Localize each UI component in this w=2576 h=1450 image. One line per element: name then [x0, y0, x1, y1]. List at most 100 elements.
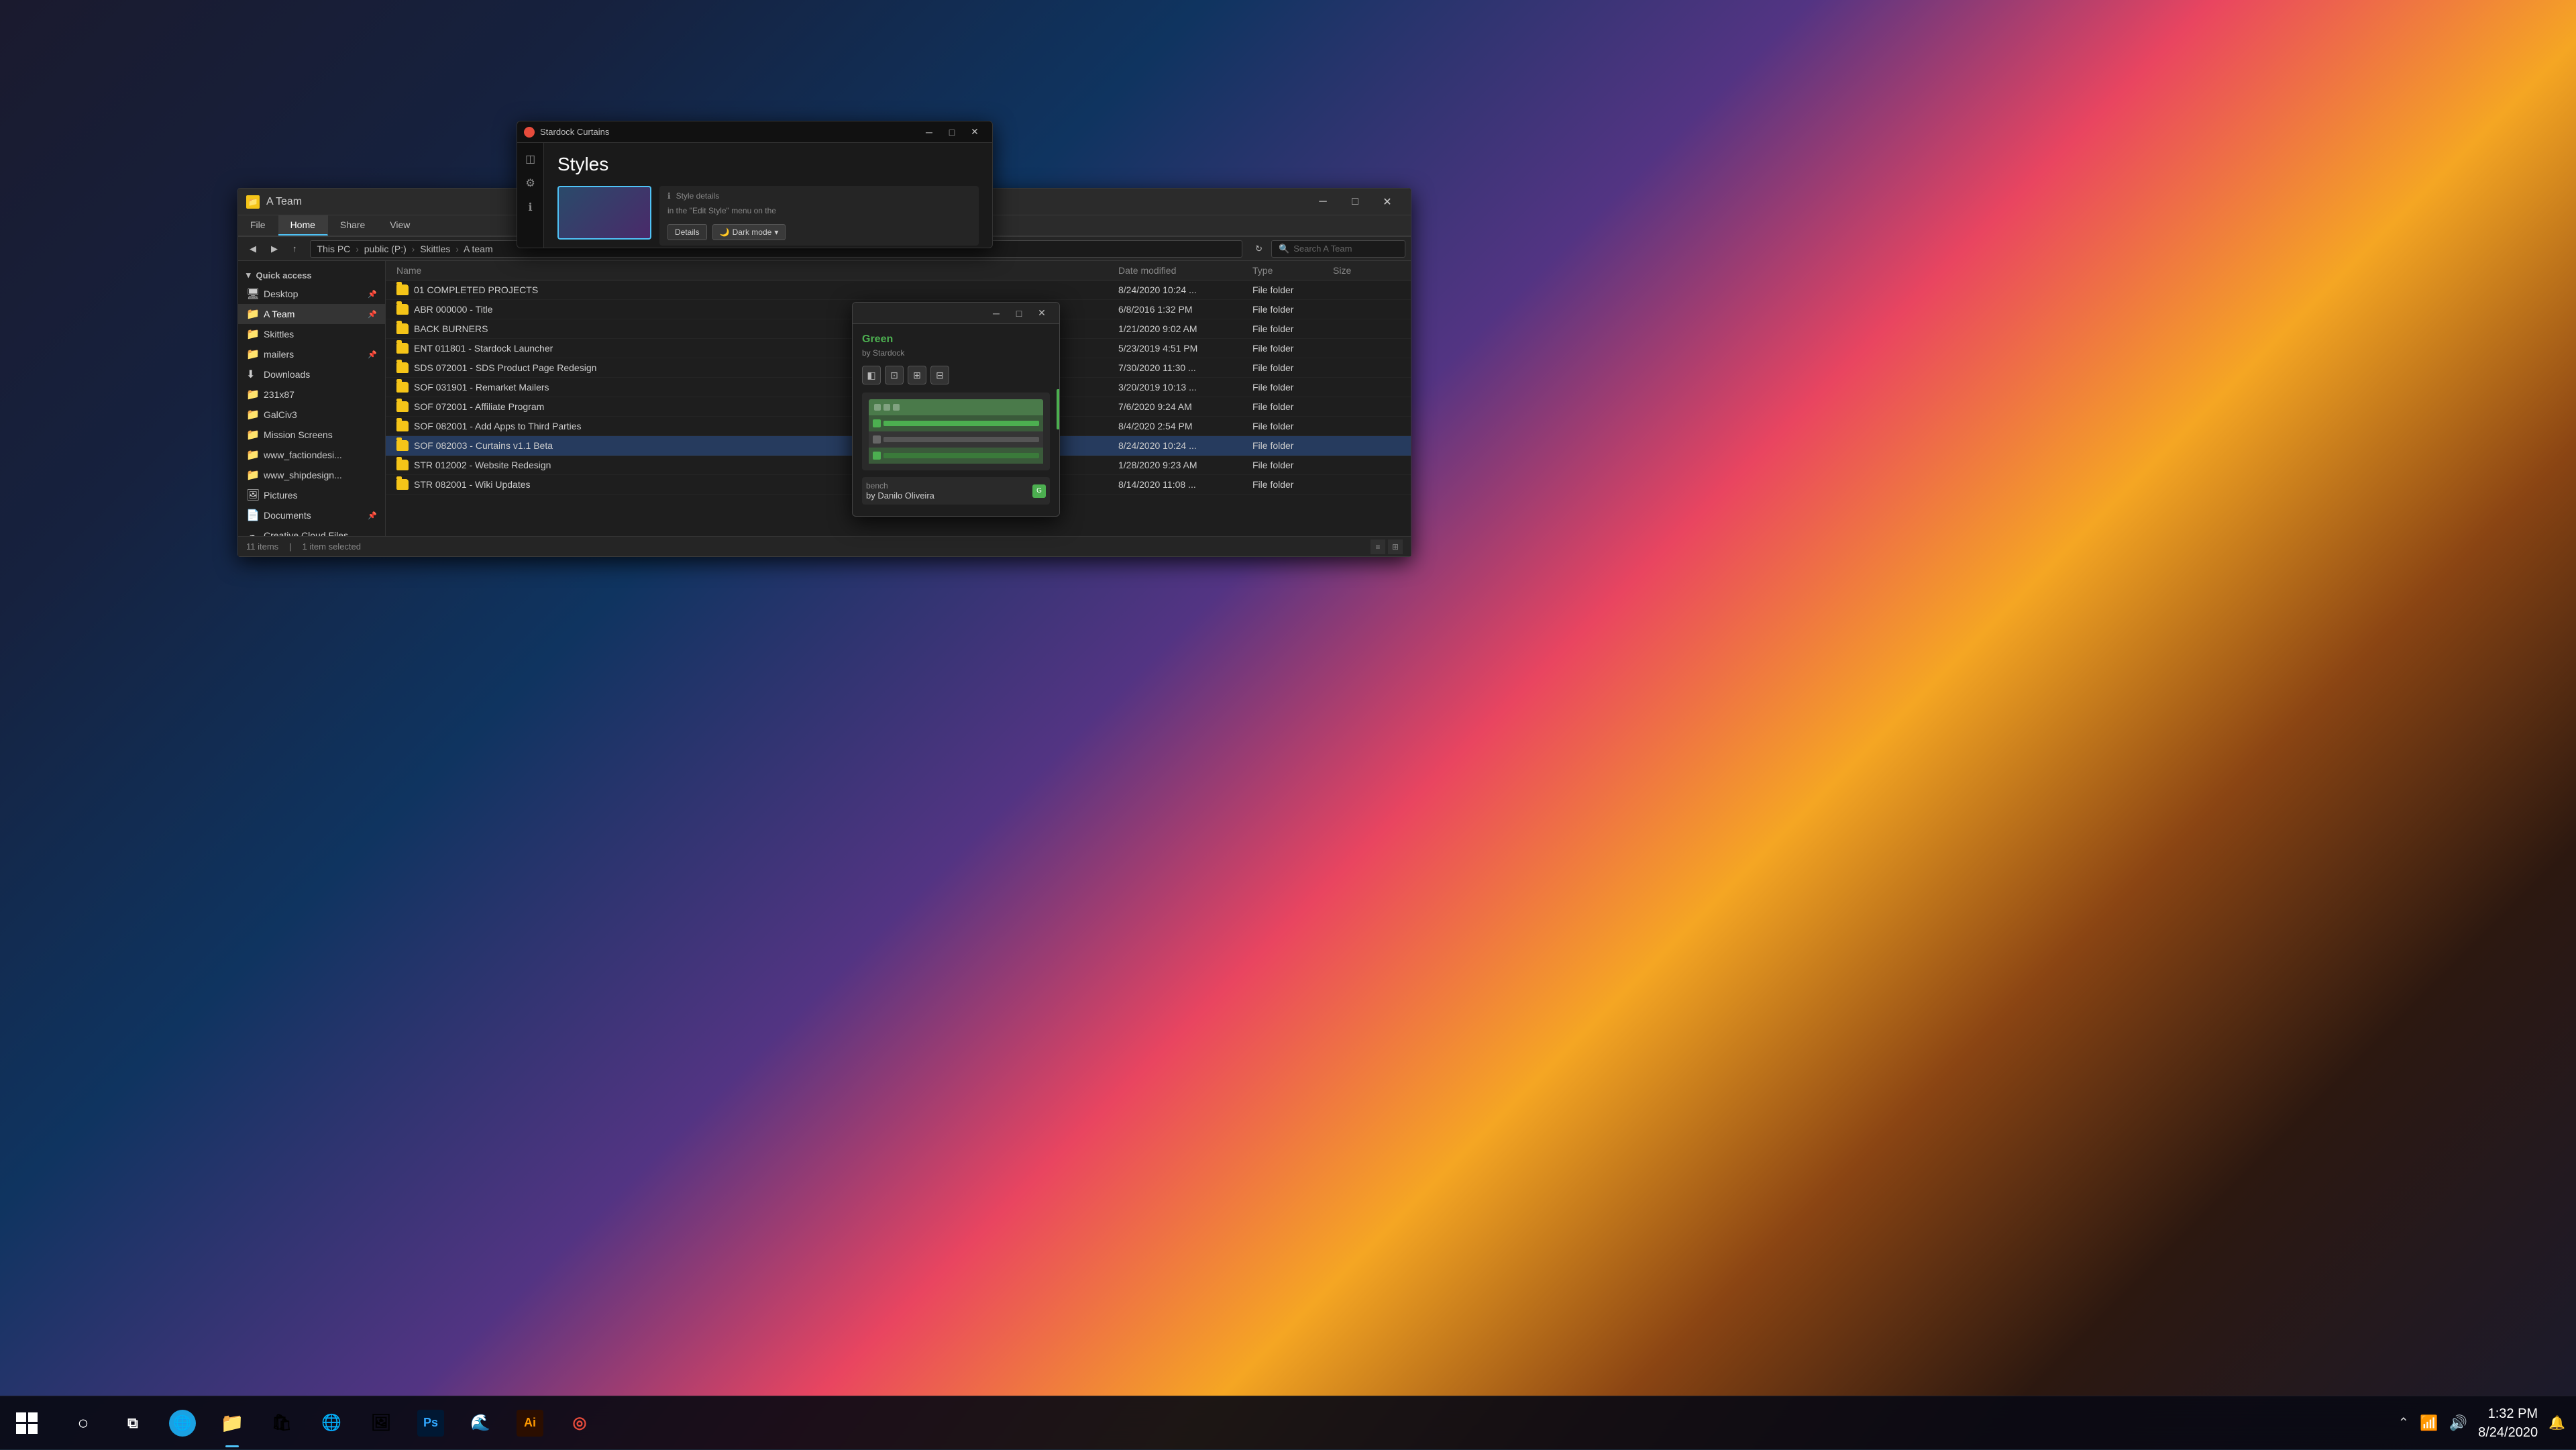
windows-logo-icon — [16, 1412, 38, 1434]
tab-home[interactable]: Home — [278, 215, 328, 236]
tab-file[interactable]: File — [238, 215, 278, 236]
taskbar-app-other[interactable]: ◎ — [555, 1396, 604, 1450]
folder-icon-7: 📁 — [246, 448, 258, 462]
folder-icon-row — [396, 479, 409, 490]
explorer-sidebar: ▾ Quick access 🖥 Desktop 📌 📁 A Team 📌 📁 … — [238, 261, 386, 536]
sidebar-item-231x87[interactable]: 📁 231x87 — [238, 384, 385, 405]
sidebar-item-documents[interactable]: 📄 Documents 📌 — [238, 505, 385, 525]
taskbar-app-photos[interactable]: 🖼 — [357, 1396, 405, 1450]
collapse-icon: ▾ — [246, 270, 251, 280]
sidebar-item-desktop[interactable]: 🖥 Desktop 📌 — [238, 284, 385, 304]
wifi-icon[interactable]: 📶 — [2420, 1414, 2438, 1432]
folder-icon-row — [396, 304, 409, 315]
col-date[interactable]: Date modified — [1118, 265, 1252, 276]
stardock-close[interactable]: ✕ — [1031, 305, 1053, 321]
curtains-maximize[interactable]: □ — [941, 124, 963, 140]
search-bar[interactable]: 🔍 Search A Team — [1271, 240, 1405, 258]
sidebar-item-ateam[interactable]: 📁 A Team 📌 — [238, 304, 385, 324]
pin-icon-4: 📌 — [368, 511, 377, 520]
col-type[interactable]: Type — [1252, 265, 1333, 276]
sidebar-item-skittles[interactable]: 📁 Skittles — [238, 324, 385, 344]
curtains-sidebar-info-btn[interactable]: ℹ — [520, 197, 541, 218]
sidebar-item-creative-cloud[interactable]: ☁ Creative Cloud Files — [238, 525, 385, 536]
sidebar-item-pictures[interactable]: 🖼 Pictures — [238, 485, 385, 505]
theme-ctrl-1[interactable]: ◧ — [862, 366, 881, 384]
sidebar-item-mission-screens[interactable]: 📁 Mission Screens — [238, 425, 385, 445]
details-button[interactable]: Details — [667, 224, 707, 240]
folder-icon-6: 📁 — [246, 428, 258, 442]
taskbar-app-chrome[interactable]: 🌐 — [307, 1396, 356, 1450]
style-details-header: ℹ Style details — [667, 191, 971, 201]
quick-access-header: ▾ Quick access — [238, 266, 385, 284]
sidebar-item-downloads[interactable]: ⬇ Downloads — [238, 364, 385, 384]
store-icon: 🛍 — [268, 1410, 295, 1437]
taskbar-apps: ○ ⧉ 🌐 📁 🛍 🌐 🖼 Ps 🌊 Ai ◎ — [54, 1396, 609, 1449]
curtains-minimize[interactable]: ─ — [918, 124, 940, 140]
taskbar-app-ps[interactable]: Ps — [407, 1396, 455, 1450]
dark-mode-button[interactable]: 🌙 Dark mode ▾ — [712, 224, 786, 240]
browser2-icon: 🌊 — [467, 1410, 494, 1437]
photos-icon: 🖼 — [368, 1410, 394, 1437]
taskbar-app-store[interactable]: 🛍 — [258, 1396, 306, 1450]
curtains-body: ◫ ⚙ ℹ Styles ℹ Style details in the "Edi… — [517, 143, 992, 248]
taskbar-app-taskview[interactable]: ⧉ — [109, 1396, 157, 1450]
style-preview-thumbnail[interactable] — [557, 186, 651, 240]
theme-ctrl-4[interactable]: ⊟ — [930, 366, 949, 384]
list-view-button[interactable]: ≡ — [1371, 539, 1385, 554]
curtains-sidebar-settings-btn[interactable]: ⚙ — [520, 172, 541, 194]
taskbar-clock[interactable]: 1:32 PM 8/24/2020 — [2478, 1404, 2538, 1442]
bench-row: bench by Danilo Oliveira G — [862, 477, 1050, 505]
sidebar-item-mailers[interactable]: 📁 mailers 📌 — [238, 344, 385, 364]
stardock-maximize[interactable]: □ — [1008, 305, 1030, 321]
curtains-close[interactable]: ✕ — [964, 124, 985, 140]
stardock-panel-body: Green by Stardock ◧ ⊡ ⊞ ⊟ — [853, 324, 1059, 514]
illustrator-icon: Ai — [517, 1410, 543, 1437]
curtains-sidebar-styles-btn[interactable]: ◫ — [520, 148, 541, 170]
photoshop-icon: Ps — [417, 1410, 444, 1437]
col-size[interactable]: Size — [1333, 265, 1400, 276]
refresh-button[interactable]: ↻ — [1249, 240, 1269, 258]
system-tray[interactable]: ⌃ — [2398, 1414, 2410, 1431]
forward-button[interactable]: ▶ — [265, 240, 284, 258]
taskbar-app-search[interactable]: ○ — [59, 1396, 107, 1450]
close-button[interactable]: ✕ — [1372, 191, 1403, 213]
sidebar-item-shipdesign[interactable]: 📁 www_shipdesign... — [238, 465, 385, 485]
back-button[interactable]: ◀ — [244, 240, 262, 258]
file-row[interactable]: 01 COMPLETED PROJECTS 8/24/2020 10:24 ..… — [386, 280, 1411, 300]
dark-mode-row: Details 🌙 Dark mode ▾ — [667, 224, 971, 240]
start-button[interactable] — [0, 1396, 54, 1450]
sidebar-item-factiondesi[interactable]: 📁 www_factiondesi... — [238, 445, 385, 465]
taskbar-app-explorer[interactable]: 📁 — [208, 1396, 256, 1450]
documents-icon: 📄 — [246, 509, 258, 522]
col-name[interactable]: Name — [396, 265, 1118, 276]
pin-icon-3: 📌 — [368, 350, 377, 359]
style-details-label: Style details — [676, 191, 720, 201]
minimize-button[interactable]: ─ — [1307, 191, 1338, 213]
tab-share[interactable]: Share — [328, 215, 378, 236]
details-view-button[interactable]: ⊞ — [1388, 539, 1403, 554]
folder-icon: 📁 — [246, 307, 258, 321]
folder-icon-row — [396, 284, 409, 295]
sidebar-item-galciv3[interactable]: 📁 GalCiv3 — [238, 405, 385, 425]
scroll-indicator — [1057, 389, 1059, 429]
tab-view[interactable]: View — [378, 215, 423, 236]
bench-info: bench by Danilo Oliveira — [866, 481, 1027, 501]
taskbar-app-browser2[interactable]: 🌊 — [456, 1396, 504, 1450]
preview-dot-1 — [874, 404, 881, 411]
pin-icon-2: 📌 — [368, 310, 377, 319]
notification-icon[interactable]: 🔔 — [2548, 1414, 2565, 1431]
sound-icon[interactable]: 🔊 — [2449, 1414, 2467, 1432]
preview-indicator — [873, 419, 881, 427]
taskbar-app-edge[interactable]: 🌐 — [158, 1396, 207, 1450]
maximize-button[interactable]: □ — [1340, 191, 1371, 213]
stardock-minimize[interactable]: ─ — [985, 305, 1007, 321]
explorer-body: ▾ Quick access 🖥 Desktop 📌 📁 A Team 📌 📁 … — [238, 261, 1411, 536]
folder-icon-2: 📁 — [246, 327, 258, 341]
up-button[interactable]: ↑ — [286, 240, 303, 257]
preview-titlebar — [869, 399, 1043, 415]
taskbar-app-ai[interactable]: Ai — [506, 1396, 554, 1450]
style-details-text: in the "Edit Style" menu on the — [667, 205, 971, 217]
theme-ctrl-3[interactable]: ⊞ — [908, 366, 926, 384]
theme-ctrl-2[interactable]: ⊡ — [885, 366, 904, 384]
explorer-icon: 📁 — [219, 1410, 246, 1437]
